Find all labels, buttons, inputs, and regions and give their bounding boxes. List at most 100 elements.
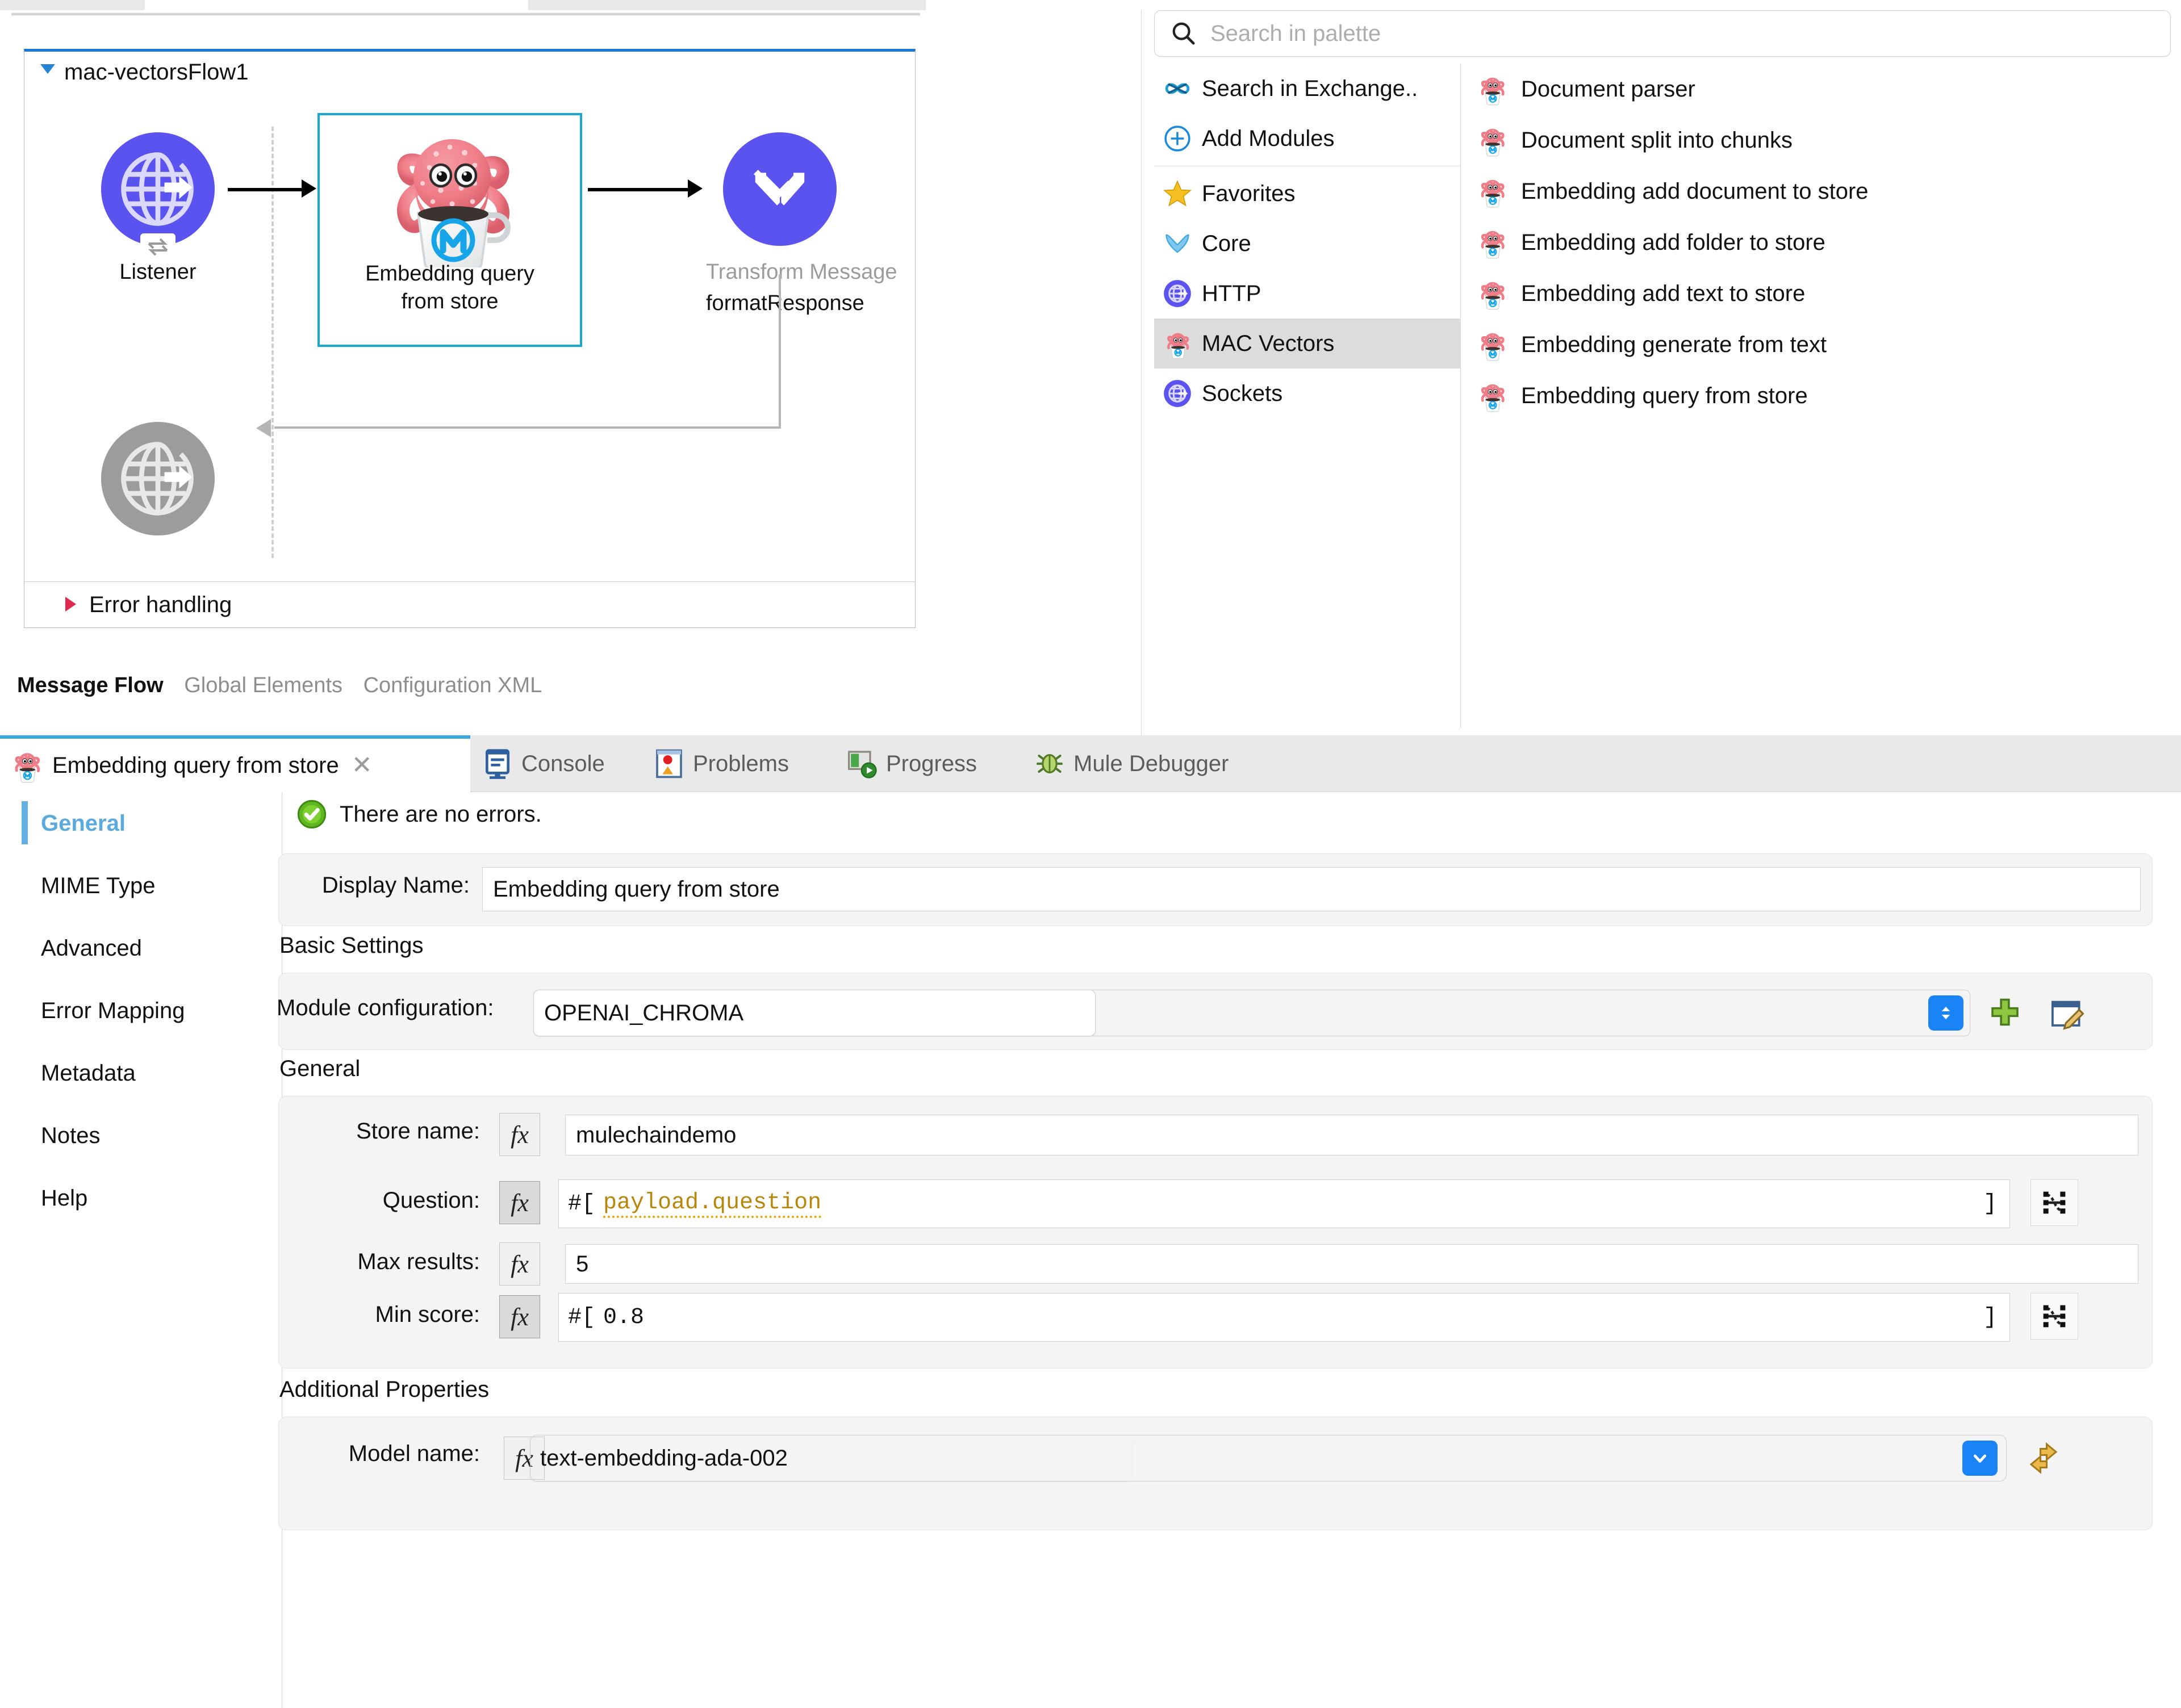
search-input[interactable]: [1209, 20, 2118, 47]
tab-console[interactable]: Console: [482, 735, 605, 792]
display-name-input[interactable]: [482, 867, 2141, 911]
tab-global-elements[interactable]: Global Elements: [184, 673, 342, 697]
palette-category-sockets[interactable]: Sockets: [1154, 369, 1460, 418]
palette-category-core[interactable]: Core: [1154, 219, 1460, 269]
mac-vectors-octopus-icon: [1476, 378, 1509, 413]
palette-category-add-modules[interactable]: Add Modules: [1154, 114, 1460, 164]
properties-body: General MIME Type Advanced Error Mapping…: [0, 792, 2181, 1708]
palette-operation-label: Document parser: [1521, 76, 1695, 102]
expand-triangle-icon[interactable]: [65, 597, 76, 612]
palette-category-http[interactable]: HTTP: [1154, 269, 1460, 319]
model-name-combo[interactable]: [530, 1435, 1132, 1481]
palette-operation[interactable]: Embedding generate from text: [1461, 319, 2171, 370]
mac-vectors-octopus-icon: [370, 120, 529, 267]
add-configuration-button[interactable]: [1986, 997, 2027, 1037]
min-score-label: Min score:: [375, 1302, 481, 1327]
close-icon[interactable]: ✕: [352, 753, 373, 778]
properties-nav[interactable]: General MIME Type Advanced Error Mapping…: [0, 792, 282, 1708]
nav-item-advanced[interactable]: Advanced: [0, 917, 282, 979]
tab-message-flow[interactable]: Message Flow: [17, 673, 164, 697]
palette-operation[interactable]: Embedding add document to store: [1461, 166, 2171, 217]
palette-operation[interactable]: Document parser: [1461, 64, 2171, 115]
node-http-response[interactable]: [93, 422, 223, 535]
status-no-errors: There are no errors.: [296, 799, 542, 830]
refresh-metadata-button[interactable]: [2025, 1439, 2066, 1480]
question-dataweave-button[interactable]: [2030, 1179, 2078, 1226]
node-label-line2: from store: [401, 289, 499, 313]
nav-item-general[interactable]: General: [0, 792, 282, 855]
sockets-globe-icon: [1162, 378, 1193, 409]
canvas-view-tabs[interactable]: Message Flow Global Elements Configurati…: [17, 673, 557, 698]
module-configuration-label: Module configuration:: [277, 995, 494, 1020]
module-configuration-select[interactable]: [533, 990, 1096, 1036]
node-http-listener[interactable]: Listener: [93, 132, 223, 286]
mule-palette: Search in Exchange.. Add Modules: [1142, 0, 2181, 735]
question-expression-input[interactable]: #[ payload.question ]: [558, 1179, 2010, 1228]
mule-core-icon: [1162, 228, 1193, 259]
palette-category-label: Favorites: [1202, 181, 1296, 206]
edit-configuration-button[interactable]: [2049, 997, 2090, 1037]
nav-item-help[interactable]: Help: [0, 1167, 282, 1229]
tab-embedding-query-from-store[interactable]: Embedding query from store ✕: [0, 735, 470, 792]
palette-search-box[interactable]: [1154, 10, 2171, 57]
expression-close-bracket: ]: [1983, 1191, 1997, 1217]
palette-columns: Search in Exchange.. Add Modules Favorit…: [1154, 64, 2171, 728]
nav-item-mime-type[interactable]: MIME Type: [0, 855, 282, 917]
palette-category-mac-vectors[interactable]: MAC Vectors: [1154, 319, 1460, 369]
palette-category-list[interactable]: Search in Exchange.. Add Modules Favorit…: [1154, 64, 1461, 728]
error-handling-label: Error handling: [89, 592, 232, 617]
model-name-dropdown-arrow[interactable]: [1962, 1441, 1998, 1476]
module-configuration-dropdown-arrow[interactable]: [1928, 995, 1963, 1031]
min-score-fx-button[interactable]: fx: [499, 1295, 540, 1338]
mac-vectors-octopus-icon: [1162, 328, 1193, 359]
progress-icon: [846, 747, 878, 780]
tab-progress[interactable]: Progress: [846, 735, 977, 792]
min-score-expression-input[interactable]: #[ 0.8 ]: [558, 1293, 2010, 1342]
question-fx-button[interactable]: fx: [499, 1181, 540, 1224]
palette-operation-list[interactable]: Document parser Document split into chun…: [1461, 64, 2171, 728]
node-embedding-query-from-store[interactable]: Embedding query from store: [317, 113, 582, 347]
palette-category-favorites[interactable]: Favorites: [1154, 169, 1460, 219]
store-name-input[interactable]: [565, 1115, 2138, 1156]
status-text: There are no errors.: [340, 801, 542, 827]
flow-header[interactable]: mac-vectorsFlow1: [24, 52, 915, 87]
min-score-dataweave-button[interactable]: [2030, 1293, 2078, 1339]
palette-operation[interactable]: Document split into chunks: [1461, 115, 2171, 166]
tab-problems[interactable]: Problems: [653, 735, 789, 792]
properties-panel: Embedding query from store ✕ Console Pro…: [0, 735, 2181, 1708]
palette-category-search-in-exchange[interactable]: Search in Exchange..: [1154, 64, 1460, 114]
max-results-input[interactable]: [565, 1244, 2138, 1284]
success-check-icon: [296, 799, 327, 830]
message-flow-canvas[interactable]: mac-vectorsFlow1 Listener Embedding quer…: [0, 10, 1142, 735]
connector-arrowhead-2: [688, 179, 703, 198]
tab-configuration-xml[interactable]: Configuration XML: [364, 673, 542, 697]
palette-operation[interactable]: Embedding add text to store: [1461, 268, 2171, 319]
tab-label: Problems: [693, 751, 789, 776]
nav-item-label: Error Mapping: [41, 998, 185, 1023]
expression-open-bracket: #[: [568, 1191, 596, 1217]
connector-arrow-2: [588, 188, 689, 191]
palette-operation[interactable]: Embedding add folder to store: [1461, 217, 2171, 268]
palette-category-label: MAC Vectors: [1202, 330, 1335, 356]
collapse-triangle-icon[interactable]: [40, 64, 55, 74]
error-handling-section[interactable]: Error handling: [24, 581, 916, 628]
palette-category-label: Sockets: [1202, 380, 1283, 406]
model-name-label: Model name:: [348, 1441, 480, 1466]
nav-item-error-mapping[interactable]: Error Mapping: [0, 979, 282, 1042]
tab-mule-debugger[interactable]: Mule Debugger: [1034, 735, 1229, 792]
store-name-fx-button[interactable]: fx: [499, 1113, 540, 1156]
response-arrowhead: [256, 419, 271, 437]
max-results-fx-button[interactable]: fx: [499, 1242, 540, 1286]
nav-item-metadata[interactable]: Metadata: [0, 1042, 282, 1104]
palette-category-label: Add Modules: [1202, 125, 1335, 151]
palette-operation[interactable]: Embedding query from store: [1461, 370, 2171, 421]
flow-divider-line: [271, 127, 274, 558]
nav-item-notes[interactable]: Notes: [0, 1104, 282, 1167]
flow-container[interactable]: mac-vectorsFlow1 Listener Embedding quer…: [24, 49, 916, 628]
canvas-scroll-shadow: [11, 12, 920, 16]
editor-area: mac-vectorsFlow1 Listener Embedding quer…: [0, 0, 2181, 735]
connector-arrowhead-1: [302, 179, 316, 198]
question-label: Question:: [382, 1188, 480, 1213]
nav-item-label: General: [41, 810, 126, 836]
exchange-infinity-icon: [1162, 73, 1193, 104]
